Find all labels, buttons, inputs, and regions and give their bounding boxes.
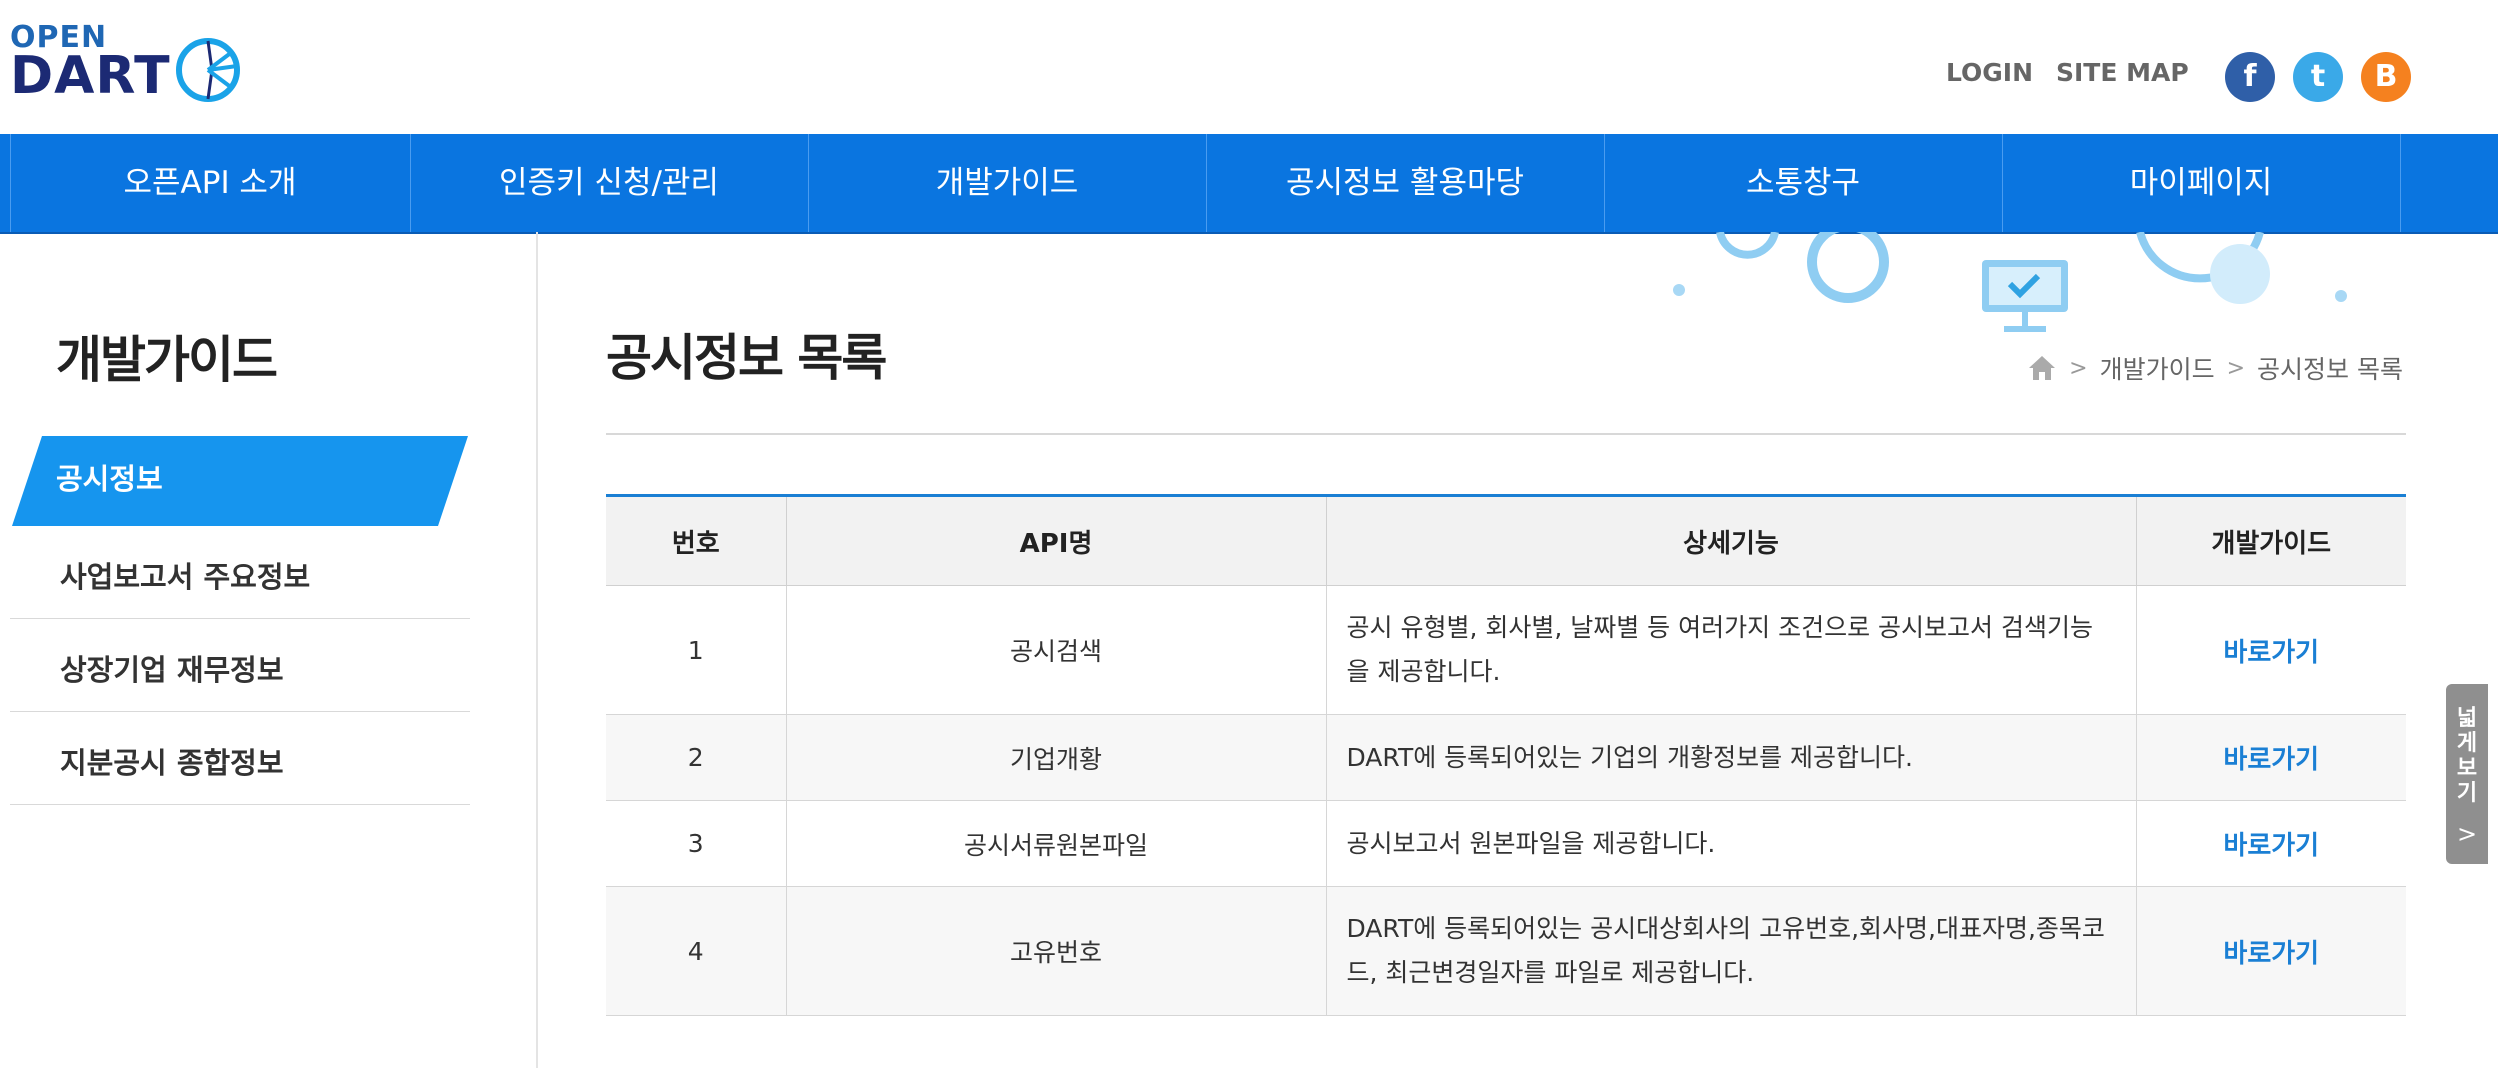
row-api-name: 공시검색 bbox=[786, 585, 1327, 715]
sidebar-item-label: 지분공시 종합정보 bbox=[60, 746, 284, 780]
row-number: 3 bbox=[606, 800, 787, 887]
row-description: DART에 등록되어있는 공시대상회사의 고유번호,회사명,대표자명,종목코드,… bbox=[1326, 886, 2137, 1016]
nav-divider bbox=[2400, 134, 2401, 232]
header-decoration-graphic bbox=[1673, 232, 2347, 332]
go-link[interactable]: 바로가기 bbox=[2223, 745, 2319, 775]
row-description: DART에 등록되어있는 기업의 개황정보를 제공합니다. bbox=[1326, 714, 2137, 801]
logo-emblem-icon bbox=[176, 38, 240, 102]
row-number: 1 bbox=[606, 585, 787, 715]
column-header-number: 번호 bbox=[606, 495, 787, 586]
column-header-description: 상세기능 bbox=[1326, 495, 2137, 586]
nav-item-dev-guide[interactable]: 개발가이드 bbox=[808, 134, 1206, 232]
nav-item-mypage[interactable]: 마이페이지 bbox=[2002, 134, 2400, 232]
sidebar-item-financial[interactable]: 상장기업 재무정보 bbox=[10, 619, 470, 712]
home-icon[interactable] bbox=[2027, 354, 2057, 382]
row-link-cell: 바로가기 bbox=[2136, 714, 2406, 801]
blogger-icon[interactable]: B bbox=[2361, 52, 2411, 102]
api-list-table: 번호 API명 상세기능 개발가이드 1 공시검색 공시 유형별, 회사별, 날… bbox=[606, 494, 2406, 1016]
row-api-name: 공시서류원본파일 bbox=[786, 800, 1327, 887]
table-row: 2 기업개황 DART에 등록되어있는 기업의 개황정보를 제공합니다. 바로가… bbox=[606, 714, 2406, 801]
table-row: 3 공시서류원본파일 공시보고서 원본파일을 제공합니다. 바로가기 bbox=[606, 800, 2406, 887]
sitemap-link[interactable]: SITE MAP bbox=[2056, 58, 2189, 87]
row-link-cell: 바로가기 bbox=[2136, 886, 2406, 1016]
wide-view-label: 넓게보기 bbox=[2456, 706, 2478, 806]
row-number: 4 bbox=[606, 886, 787, 1016]
sidebar-item-label: 공시정보 bbox=[56, 462, 163, 496]
title-divider bbox=[606, 433, 2406, 435]
table-header-row: 번호 API명 상세기능 개발가이드 bbox=[606, 495, 2406, 586]
sidebar-item-label: 사업보고서 주요정보 bbox=[60, 560, 311, 594]
go-link[interactable]: 바로가기 bbox=[2223, 831, 2319, 861]
main-navigation: 오픈API 소개 인증키 신청/관리 개발가이드 공시정보 활용마당 소통창구 … bbox=[0, 134, 2498, 234]
column-header-dev-guide: 개발가이드 bbox=[2136, 495, 2406, 586]
table-row: 4 고유번호 DART에 등록되어있는 공시대상회사의 고유번호,회사명,대표자… bbox=[606, 886, 2406, 1016]
row-link-cell: 바로가기 bbox=[2136, 800, 2406, 887]
table-row: 1 공시검색 공시 유형별, 회사별, 날짜별 등 여러가지 조건으로 공시보고… bbox=[606, 585, 2406, 715]
row-number: 2 bbox=[606, 714, 787, 801]
breadcrumb: > 개발가이드 > 공시정보 목록 bbox=[2027, 350, 2403, 386]
go-link[interactable]: 바로가기 bbox=[2223, 939, 2319, 969]
wide-view-tab[interactable]: 넓게보기 > bbox=[2446, 684, 2488, 864]
go-link[interactable]: 바로가기 bbox=[2223, 638, 2319, 668]
twitter-icon[interactable]: t bbox=[2293, 52, 2343, 102]
row-description: 공시 유형별, 회사별, 날짜별 등 여러가지 조건으로 공시보고서 검색기능을… bbox=[1326, 585, 2137, 715]
row-link-cell: 바로가기 bbox=[2136, 585, 2406, 715]
breadcrumb-item[interactable]: 개발가이드 bbox=[2100, 350, 2215, 386]
sidebar-title: 개발가이드 bbox=[56, 331, 278, 389]
chevron-right-icon: > bbox=[2457, 820, 2478, 848]
chevron-right-icon: > bbox=[2069, 355, 2088, 381]
header: OPEN DART LOGIN SITE MAP f t B bbox=[0, 0, 2498, 134]
open-dart-logo[interactable]: OPEN DART bbox=[10, 20, 250, 106]
sidebar-divider bbox=[536, 232, 538, 1068]
chevron-right-icon: > bbox=[2226, 355, 2246, 381]
nav-item-communication[interactable]: 소통창구 bbox=[1604, 134, 2002, 232]
logo-dart-text: DART bbox=[10, 46, 171, 106]
column-header-api-name: API명 bbox=[786, 495, 1327, 586]
nav-item-apikey[interactable]: 인증키 신청/관리 bbox=[410, 134, 808, 232]
facebook-icon[interactable]: f bbox=[2225, 52, 2275, 102]
row-description: 공시보고서 원본파일을 제공합니다. bbox=[1326, 800, 2137, 887]
page-title: 공시정보 목록 bbox=[606, 329, 887, 387]
nav-item-disclosure-usage[interactable]: 공시정보 활용마당 bbox=[1206, 134, 1604, 232]
row-api-name: 기업개황 bbox=[786, 714, 1327, 801]
sidebar-item-business-report[interactable]: 사업보고서 주요정보 bbox=[10, 526, 470, 619]
breadcrumb-item-current: 공시정보 목록 bbox=[2257, 355, 2403, 384]
row-api-name: 고유번호 bbox=[786, 886, 1327, 1016]
nav-item-openapi-intro[interactable]: 오픈API 소개 bbox=[11, 134, 409, 232]
sidebar-item-equity[interactable]: 지분공시 종합정보 bbox=[10, 712, 470, 805]
sidebar-item-label: 상장기업 재무정보 bbox=[60, 653, 284, 687]
login-link[interactable]: LOGIN bbox=[1946, 58, 2033, 87]
